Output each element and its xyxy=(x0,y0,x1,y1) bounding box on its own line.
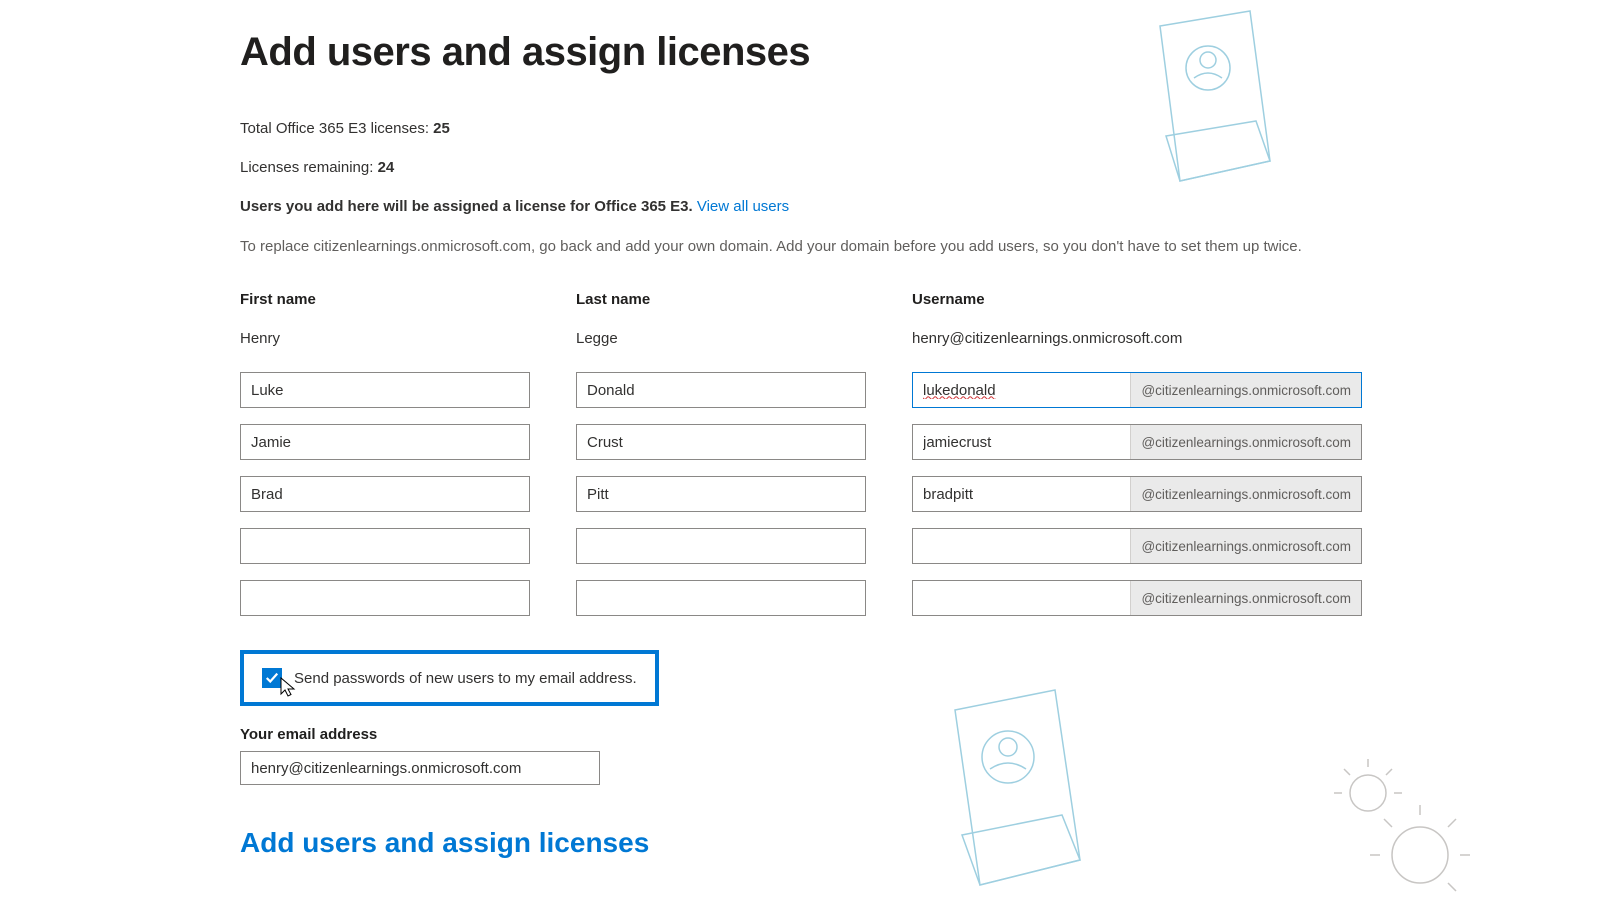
domain-suffix-3: @citizenlearnings.onmicrosoft.com xyxy=(1130,529,1361,563)
username-input-2[interactable] xyxy=(913,477,1130,511)
last-name-input-3[interactable] xyxy=(576,528,866,564)
first-name-input-1[interactable] xyxy=(240,424,530,460)
username-input-4[interactable] xyxy=(913,581,1130,615)
email-address-label: Your email address xyxy=(240,726,1360,743)
domain-suffix-2: @citizenlearnings.onmicrosoft.com xyxy=(1130,477,1361,511)
existing-username: henry@citizenlearnings.onmicrosoft.com xyxy=(912,330,1362,350)
username-input-3[interactable] xyxy=(913,529,1130,563)
license-assign-text: Users you add here will be assigned a li… xyxy=(240,198,697,215)
last-name-input-4[interactable] xyxy=(576,580,866,616)
first-name-input-2[interactable] xyxy=(240,476,530,512)
gear-illustration xyxy=(1320,745,1490,900)
user-card-illustration-top xyxy=(1140,6,1290,221)
username-input-1[interactable] xyxy=(913,425,1130,459)
domain-hint-text: To replace citizenlearnings.onmicrosoft.… xyxy=(240,238,1360,255)
license-total-label: Total Office 365 E3 licenses: xyxy=(240,120,433,137)
email-address-input[interactable] xyxy=(240,751,600,785)
existing-last-name: Legge xyxy=(576,330,866,350)
first-name-input-4[interactable] xyxy=(240,580,530,616)
username-header: Username xyxy=(912,291,1362,308)
username-row-1[interactable]: @citizenlearnings.onmicrosoft.com xyxy=(912,424,1362,460)
last-name-input-0[interactable] xyxy=(576,372,866,408)
first-name-header: First name xyxy=(240,291,530,308)
existing-first-name: Henry xyxy=(240,330,530,350)
last-name-column: Last name Legge xyxy=(576,291,866,632)
username-row-3[interactable]: @citizenlearnings.onmicrosoft.com xyxy=(912,528,1362,564)
user-card-illustration-bottom xyxy=(930,685,1100,920)
first-name-column: First name Henry xyxy=(240,291,530,632)
username-row-2[interactable]: @citizenlearnings.onmicrosoft.com xyxy=(912,476,1362,512)
username-row-4[interactable]: @citizenlearnings.onmicrosoft.com xyxy=(912,580,1362,616)
domain-suffix-4: @citizenlearnings.onmicrosoft.com xyxy=(1130,581,1361,615)
username-input-0[interactable] xyxy=(913,373,1130,407)
last-name-input-2[interactable] xyxy=(576,476,866,512)
first-name-input-0[interactable] xyxy=(240,372,530,408)
checkmark-icon xyxy=(262,668,282,688)
send-passwords-checkbox[interactable]: Send passwords of new users to my email … xyxy=(240,650,659,706)
username-column: Username henry@citizenlearnings.onmicros… xyxy=(912,291,1362,632)
last-name-header: Last name xyxy=(576,291,866,308)
domain-suffix-1: @citizenlearnings.onmicrosoft.com xyxy=(1130,425,1361,459)
send-passwords-label: Send passwords of new users to my email … xyxy=(294,670,637,687)
section-title-bottom: Add users and assign licenses xyxy=(240,827,1360,859)
username-row-0[interactable]: @citizenlearnings.onmicrosoft.com xyxy=(912,372,1362,408)
domain-suffix-0: @citizenlearnings.onmicrosoft.com xyxy=(1130,373,1361,407)
last-name-input-1[interactable] xyxy=(576,424,866,460)
license-remaining-label: Licenses remaining: xyxy=(240,159,378,176)
first-name-input-3[interactable] xyxy=(240,528,530,564)
view-all-users-link[interactable]: View all users xyxy=(697,198,789,215)
license-remaining-value: 24 xyxy=(378,159,395,176)
license-total-value: 25 xyxy=(433,120,450,137)
